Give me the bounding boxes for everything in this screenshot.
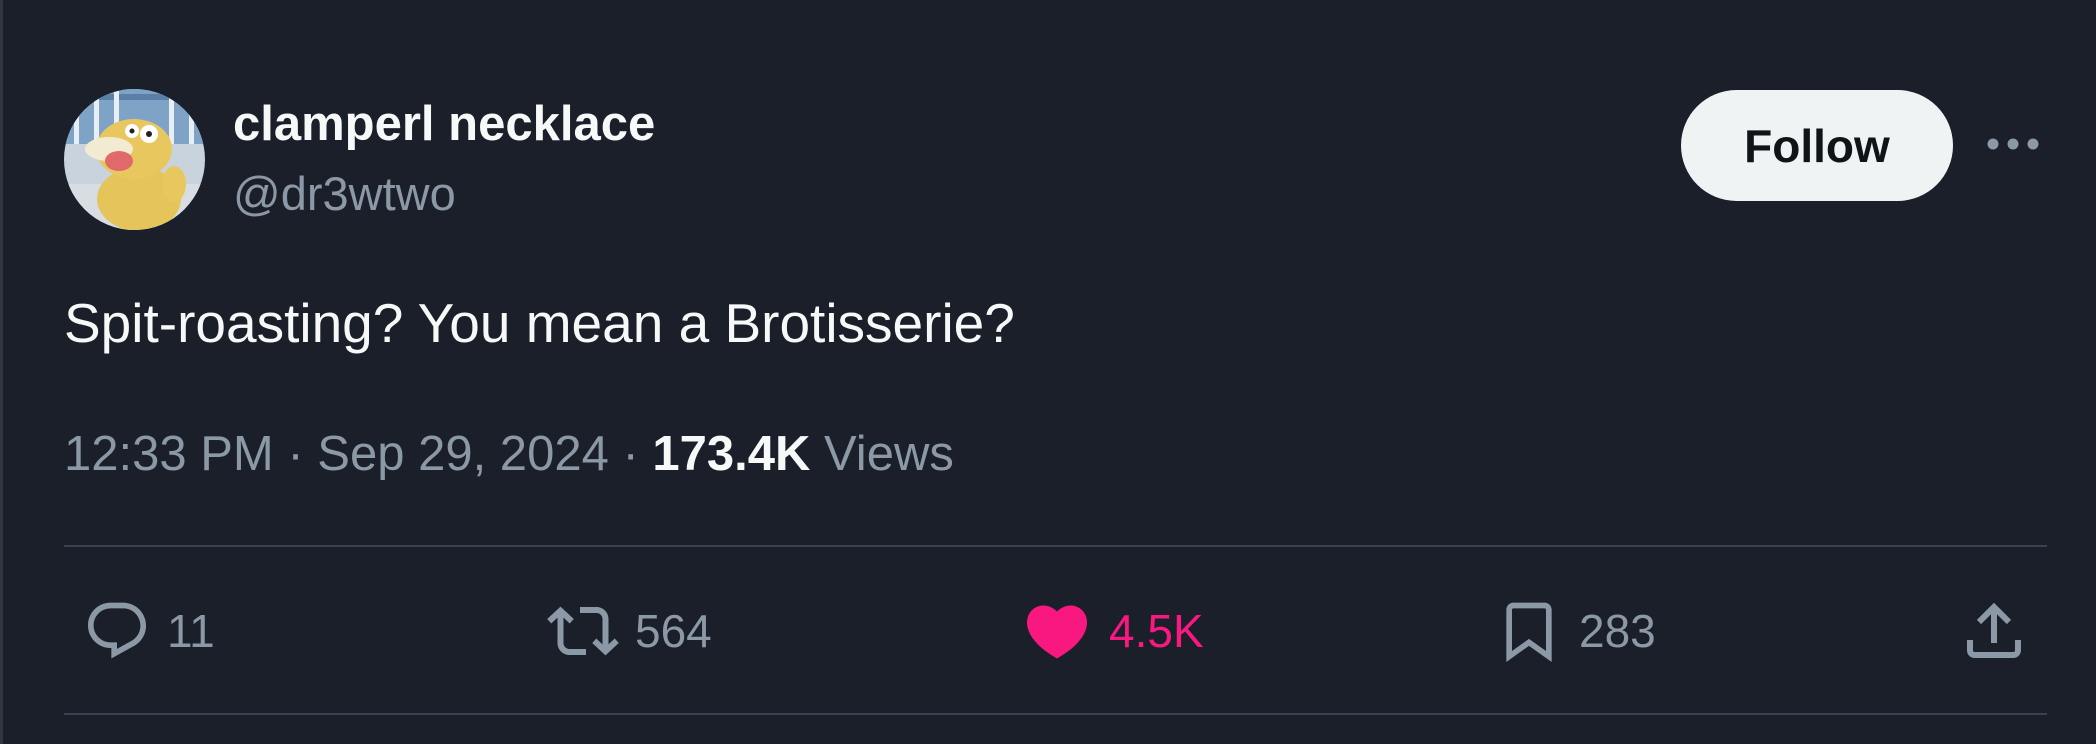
follow-button[interactable]: Follow xyxy=(1681,90,1953,201)
share-button[interactable] xyxy=(1958,588,2030,674)
reply-icon xyxy=(83,597,151,665)
author-display-name[interactable]: clamperl necklace xyxy=(233,96,655,152)
tweet-meta: 12:33 PM · Sep 29, 2024 · 173.4K Views xyxy=(64,424,954,484)
divider xyxy=(64,545,2047,547)
bookmark-count: 283 xyxy=(1579,605,1656,657)
tweet-card: clamperl necklace @dr3wtwo Follow Spit-r… xyxy=(0,0,2096,744)
retweet-count: 564 xyxy=(635,605,712,657)
more-horizontal-icon xyxy=(1987,138,2039,150)
tweet-date[interactable]: Sep 29, 2024 xyxy=(317,427,609,481)
retweet-button[interactable]: 564 xyxy=(547,588,712,674)
heart-icon xyxy=(1021,595,1093,667)
tweet-time[interactable]: 12:33 PM xyxy=(64,427,274,481)
author-handle[interactable]: @dr3wtwo xyxy=(233,166,456,222)
share-icon xyxy=(1958,595,2030,667)
bookmark-icon xyxy=(1495,595,1563,667)
views-label: Views xyxy=(810,427,954,481)
views-count[interactable]: 173.4K xyxy=(652,427,810,481)
like-count: 4.5K xyxy=(1109,605,1204,657)
more-options-button[interactable] xyxy=(1983,122,2043,166)
divider xyxy=(64,713,2047,715)
avatar[interactable] xyxy=(64,89,205,230)
tweet-text: Spit-roasting? You mean a Brotisserie? xyxy=(64,292,1015,354)
meta-separator: · xyxy=(273,427,318,481)
reply-count: 11 xyxy=(167,605,215,657)
reply-button[interactable]: 11 xyxy=(83,588,215,674)
like-button[interactable]: 4.5K xyxy=(1021,588,1204,674)
bookmark-button[interactable]: 283 xyxy=(1495,588,1656,674)
retweet-icon xyxy=(547,595,619,667)
meta-separator: · xyxy=(608,427,653,481)
psyduck-avatar-image xyxy=(64,89,205,230)
